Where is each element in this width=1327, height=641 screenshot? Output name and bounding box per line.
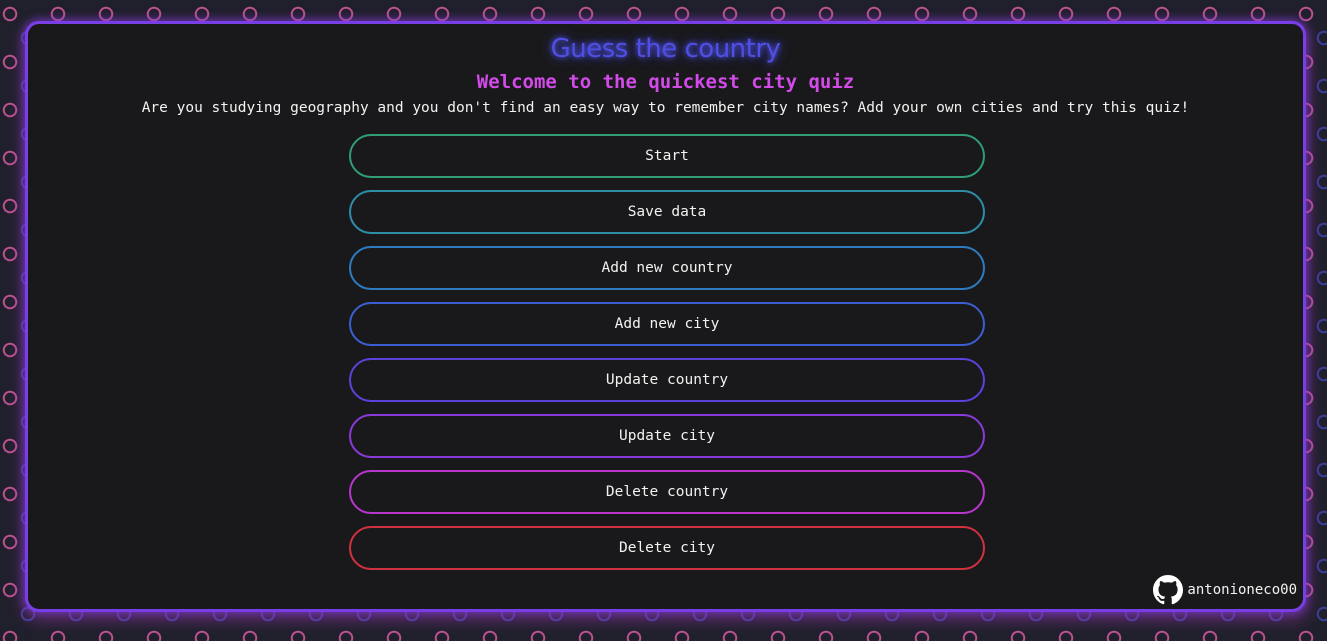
github-username: antonioneco00 — [1187, 582, 1297, 598]
github-link[interactable]: antonioneco00 — [1153, 575, 1297, 605]
save-data-button[interactable]: Save data — [349, 190, 985, 234]
delete-country-button[interactable]: Delete country — [349, 470, 985, 514]
page-subtitle: Welcome to the quickest city quiz — [476, 71, 855, 93]
menu: Start Save data Add new country Add new … — [349, 134, 985, 582]
update-country-button[interactable]: Update country — [349, 358, 985, 402]
start-button[interactable]: Start — [349, 134, 985, 178]
page-title: Guess the country — [550, 34, 781, 64]
add-new-country-button[interactable]: Add new country — [349, 246, 985, 290]
main-panel: Guess the country Welcome to the quickes… — [25, 21, 1306, 612]
intro-text: Are you studying geography and you don't… — [141, 100, 1190, 116]
add-new-city-button[interactable]: Add new city — [349, 302, 985, 346]
delete-city-button[interactable]: Delete city — [349, 526, 985, 570]
github-icon — [1153, 575, 1184, 605]
update-city-button[interactable]: Update city — [349, 414, 985, 458]
